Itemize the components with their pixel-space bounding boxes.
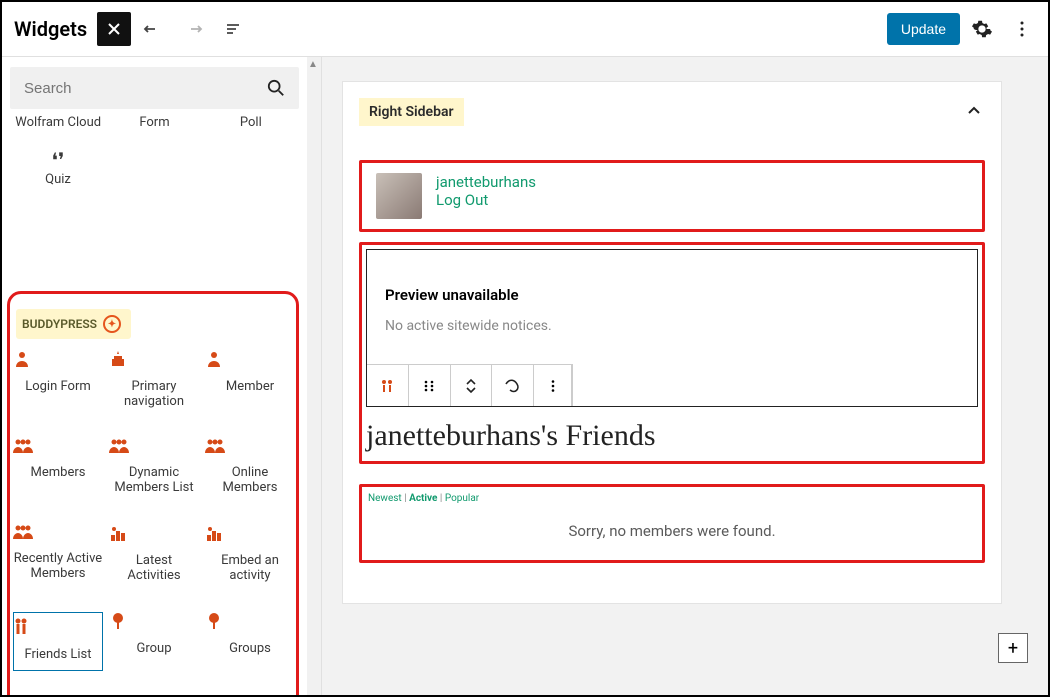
settings-button[interactable] — [964, 11, 1000, 47]
tab-newest[interactable]: Newest — [368, 493, 402, 504]
block-label: Dynamic Members List — [108, 465, 200, 495]
block-label: Member — [204, 379, 296, 394]
block-label: Online Members — [204, 465, 296, 495]
empty-members-message: Sorry, no members were found. — [366, 522, 978, 540]
person-icon — [12, 349, 104, 369]
buddypress-icon: ✦ — [103, 315, 121, 333]
block-online-members[interactable]: Online Members — [204, 437, 296, 495]
block-member[interactable]: Member — [204, 349, 296, 409]
block-label: Members — [12, 465, 104, 480]
redo-button[interactable] — [175, 11, 211, 47]
selected-block[interactable]: Preview unavailable No active sitewide n… — [366, 249, 978, 407]
block-login-form[interactable]: Login Form — [12, 349, 104, 409]
group-icon — [12, 523, 104, 541]
page-title: Widgets — [10, 17, 87, 41]
friends-icon — [12, 617, 104, 637]
block-inserter-panel: ▲ Wolfram Cloud Form Poll ❛❜ Quiz BUDDYP… — [2, 57, 322, 695]
search-icon — [267, 79, 285, 97]
tree-icon — [204, 611, 296, 631]
undo-button[interactable] — [135, 11, 171, 47]
tab-popular[interactable]: Popular — [445, 493, 479, 504]
widgets-canvas: Right Sidebar janetteburhans Log Out Pre… — [322, 57, 1048, 695]
group-icon — [204, 437, 296, 455]
buddypress-section-header: BUDDYPRESS ✦ — [16, 309, 131, 339]
activity-icon — [108, 523, 200, 543]
block-label: Latest Activities — [108, 553, 200, 583]
more-options-button[interactable] — [1004, 11, 1040, 47]
preview-unavailable-message: No active sitewide notices. — [385, 318, 959, 334]
block-wolfram-cloud[interactable]: Wolfram Cloud — [10, 115, 105, 130]
highlight-login-widget: janetteburhans Log Out — [359, 160, 985, 232]
highlight-friends-widget: Preview unavailable No active sitewide n… — [359, 242, 985, 464]
group-icon — [108, 437, 200, 455]
block-quiz[interactable]: ❛❜ Quiz — [10, 148, 106, 187]
update-button[interactable]: Update — [887, 13, 960, 45]
block-recently-active-members[interactable]: Recently Active Members — [12, 523, 104, 583]
drag-handle[interactable] — [409, 365, 451, 406]
move-up-down[interactable] — [451, 365, 493, 406]
logout-link[interactable]: Log Out — [436, 191, 536, 209]
block-label: Friends List — [12, 647, 104, 662]
block-label: Group — [108, 641, 200, 656]
block-primary-navigation[interactable]: Primary navigation — [108, 349, 200, 409]
widget-area-label: Right Sidebar — [359, 98, 464, 126]
add-block-button[interactable]: + — [998, 633, 1028, 663]
list-view-button[interactable] — [215, 11, 251, 47]
search-input[interactable] — [24, 80, 233, 97]
move-to-widget-area-button[interactable] — [492, 365, 534, 406]
avatar — [376, 173, 422, 219]
tab-active[interactable]: Active — [409, 493, 437, 504]
block-label: Recently Active Members — [12, 551, 104, 581]
collapse-area-button[interactable] — [965, 102, 983, 120]
activity-icon — [204, 523, 296, 543]
preview-unavailable-title: Preview unavailable — [385, 286, 959, 304]
block-friends-list[interactable]: Friends List — [12, 611, 104, 672]
block-form[interactable]: Form — [107, 115, 202, 130]
block-poll[interactable]: Poll — [203, 115, 298, 130]
search-field-wrap[interactable] — [10, 67, 299, 109]
block-latest-activities[interactable]: Latest Activities — [108, 523, 200, 583]
close-inserter-button[interactable] — [97, 12, 131, 46]
block-group[interactable]: Group — [108, 611, 200, 672]
quiz-icon: ❛❜ — [10, 148, 106, 172]
tree-icon — [108, 611, 200, 631]
block-groups[interactable]: Groups — [204, 611, 296, 672]
block-toolbar — [367, 364, 573, 406]
block-label: Login Form — [12, 379, 104, 394]
block-label: Embed an activity — [204, 553, 296, 583]
scrollbar[interactable]: ▲ — [307, 57, 321, 695]
member-filter-tabs: Newest | Active | Popular — [366, 493, 978, 504]
block-embed-an-activity[interactable]: Embed an activity — [204, 523, 296, 583]
highlight-members-widget: Newest | Active | Popular Sorry, no memb… — [359, 484, 985, 563]
username-link[interactable]: janetteburhans — [436, 173, 536, 191]
block-more-options[interactable] — [534, 365, 572, 406]
block-dynamic-members-list[interactable]: Dynamic Members List — [108, 437, 200, 495]
block-type-icon[interactable] — [367, 365, 409, 406]
block-members[interactable]: Members — [12, 437, 104, 495]
block-label: Primary navigation — [108, 379, 200, 409]
cake-icon — [108, 349, 200, 369]
widget-area-card[interactable]: Right Sidebar janetteburhans Log Out Pre… — [342, 81, 1002, 604]
person-icon — [204, 349, 296, 369]
group-icon — [12, 437, 104, 455]
quiz-label: Quiz — [10, 172, 106, 187]
friends-heading: janetteburhans's Friends — [366, 419, 982, 453]
block-label: Groups — [204, 641, 296, 656]
